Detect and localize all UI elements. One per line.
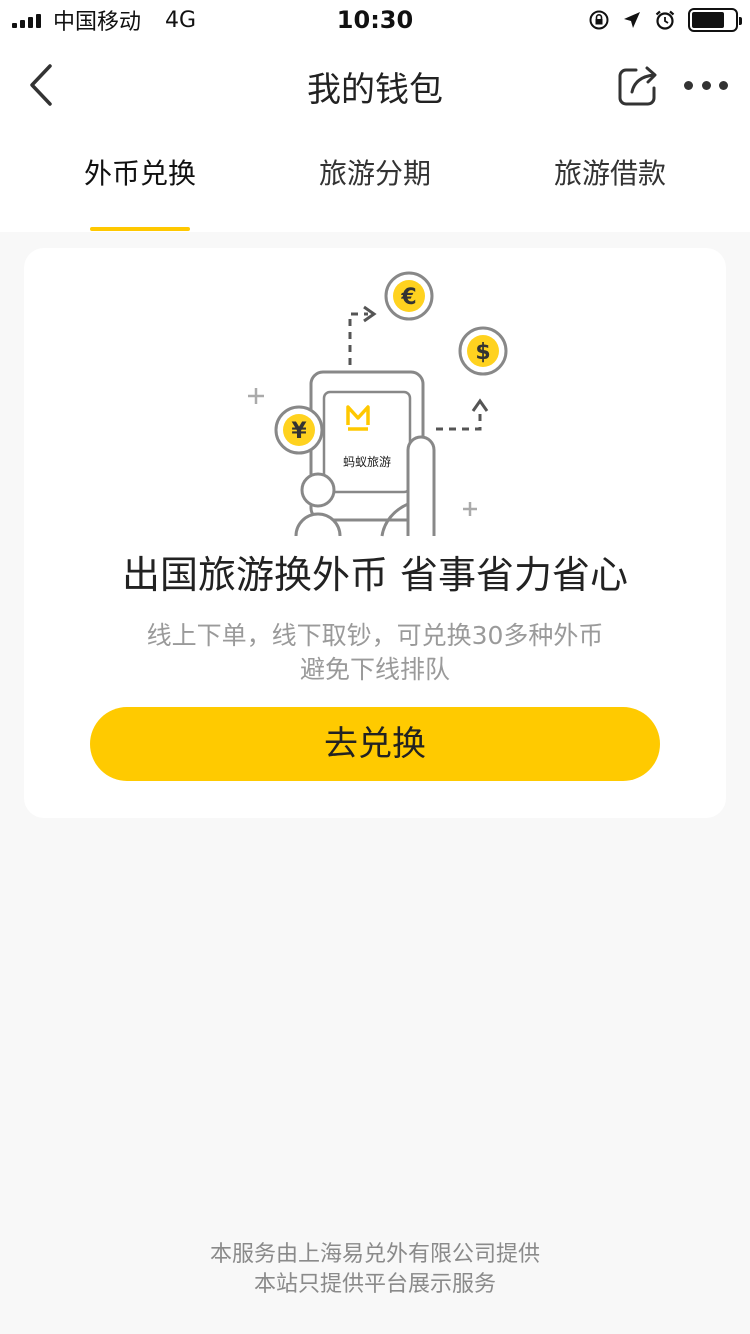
share-icon — [618, 66, 657, 106]
app-name-label: 蚂蚁旅游 — [343, 454, 391, 469]
card-headline: 出国旅游换外币 省事省力省心 — [121, 553, 629, 597]
more-icon-dot — [719, 80, 728, 90]
sparkle-icon — [248, 388, 264, 404]
svg-text:$: $ — [475, 340, 490, 365]
alarm-icon — [655, 10, 675, 30]
exchange-illustration: € $ 蚂蚁旅游 ¥ — [248, 271, 508, 537]
status-bar: 中国移动 4G 10:30 — [0, 0, 750, 40]
battery-icon — [688, 8, 742, 32]
battery-fill — [692, 12, 724, 28]
share-button[interactable] — [614, 62, 662, 110]
footer-platform-text: 本站只提供平台展示服务 — [253, 1272, 496, 1297]
more-button[interactable] — [684, 68, 728, 102]
more-icon-dot — [701, 80, 711, 90]
tab-travel-loan[interactable]: 旅游借款 — [520, 152, 700, 192]
exchange-card: € $ 蚂蚁旅游 ¥ 出国旅游换外币 省事省力省心 线上下单，线下取钞，可兑换3… — [24, 248, 726, 818]
yen-coin-icon: ¥ — [274, 405, 324, 455]
hand-icon — [406, 435, 436, 536]
orientation-lock-icon — [589, 10, 609, 30]
arrow-head-icon — [471, 398, 489, 412]
more-icon-dot — [684, 80, 693, 90]
svg-text:€: € — [400, 285, 416, 310]
card-subtitle-line2: 避免下线排队 — [299, 655, 450, 684]
euro-coin-icon: € — [384, 271, 434, 321]
status-right — [588, 6, 742, 34]
card-subtitle-line1: 线上下单，线下取钞，可兑换30多种外币 — [146, 621, 604, 650]
svg-text:¥: ¥ — [291, 419, 307, 444]
footer-provider-text: 本服务由上海易兑外有限公司提供 — [209, 1242, 540, 1267]
tab-travel-installment[interactable]: 旅游分期 — [285, 152, 465, 192]
nav-bar: 我的钱包 — [0, 40, 750, 130]
sparkle-icon — [463, 502, 477, 516]
dollar-coin-icon: $ — [458, 326, 508, 376]
location-arrow-icon — [624, 12, 640, 28]
tab-bar: 外币兑换 旅游分期 旅游借款 — [0, 130, 750, 232]
active-tab-indicator — [90, 227, 190, 231]
arrow-path — [348, 312, 368, 378]
exchange-button[interactable]: 去兑换 — [90, 707, 660, 781]
tab-foreign-exchange[interactable]: 外币兑换 — [50, 152, 230, 192]
